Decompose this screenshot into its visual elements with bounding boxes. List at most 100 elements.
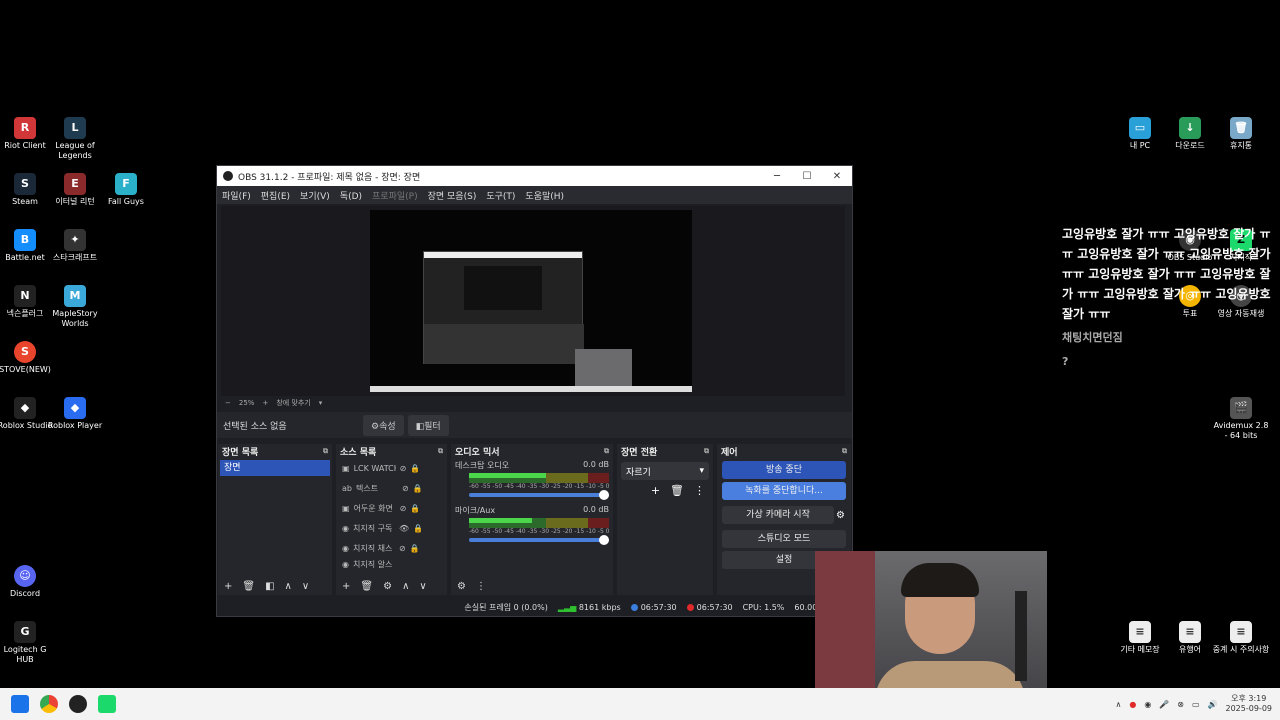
lock-icon[interactable]: 🔒: [410, 504, 420, 513]
trash-icon[interactable]: 🗑: [242, 581, 255, 592]
eye-icon[interactable]: 👁: [399, 524, 409, 533]
menu-docks[interactable]: 독(D): [335, 189, 367, 202]
desktop-icon-league[interactable]: L League of Legends: [45, 117, 105, 161]
clock[interactable]: 오후 3:19 2025-09-09: [1226, 694, 1273, 714]
mic-icon[interactable]: 🎤: [1159, 700, 1169, 709]
desktop-icon-starcraft[interactable]: ✦ 스타크래프트: [45, 229, 105, 263]
source-row[interactable]: ◉ 치지직 알스: [336, 558, 447, 570]
chrome-icon[interactable]: [40, 695, 58, 713]
down-arrow-icon[interactable]: ∨: [419, 581, 426, 592]
microphone-arm: [1015, 591, 1027, 681]
steam-tray-icon[interactable]: ⊗: [1177, 700, 1184, 709]
no-source-label: 선택된 소스 없음: [223, 421, 287, 432]
desktop-icon-stove[interactable]: S STOVE(NEW): [0, 341, 55, 375]
monitor-icon[interactable]: ▭: [1192, 700, 1200, 709]
desktop-icon-maplestory[interactable]: M MapleStory Worlds: [45, 285, 105, 329]
chevron-up-icon[interactable]: ∧: [1115, 700, 1121, 709]
popout-icon[interactable]: ⧉: [842, 447, 847, 456]
channel-db: 0.0 dB: [583, 505, 609, 514]
menu-edit[interactable]: 편집(E): [256, 189, 295, 202]
source-row[interactable]: ▣ 어두운 화면 ⊘ 🔒: [336, 498, 447, 518]
lock-icon[interactable]: 🔒: [413, 484, 423, 493]
filter-icon[interactable]: ◧: [265, 581, 274, 592]
chzzk-icon[interactable]: [98, 695, 116, 713]
popout-icon[interactable]: ⧉: [604, 447, 609, 456]
preview-area[interactable]: [221, 206, 845, 396]
trash-icon[interactable]: 🗑: [670, 484, 684, 497]
preview-canvas[interactable]: [370, 210, 692, 392]
down-arrow-icon[interactable]: ∨: [302, 581, 309, 592]
desktop-icon-fallguys[interactable]: F Fall Guys: [96, 173, 156, 207]
scenes-dock: 장면 목록 ⧉ 장면 + 🗑 ◧ ∧ ∨: [218, 444, 332, 595]
add-icon[interactable]: +: [224, 581, 232, 592]
menu-tools[interactable]: 도구(T): [481, 189, 520, 202]
up-arrow-icon[interactable]: ∧: [402, 581, 409, 592]
eye-slash-icon[interactable]: ⊘: [399, 544, 406, 553]
record-icon[interactable]: ●: [1129, 700, 1136, 709]
advanced-audio-icon[interactable]: ⚙: [457, 581, 466, 592]
desktop-icon-discord[interactable]: ☺ Discord: [0, 565, 55, 599]
desktop-icon-roblox-player[interactable]: ◆ Roblox Player: [45, 397, 105, 431]
zoom-out-button[interactable]: −: [225, 399, 231, 407]
stop-streaming-button[interactable]: 방송 중단: [722, 461, 846, 479]
menu-help[interactable]: 도움말(H): [520, 189, 569, 202]
chevron-down-icon[interactable]: ▾: [319, 399, 323, 407]
popout-icon[interactable]: ⧉: [323, 447, 328, 456]
source-row[interactable]: ▣ LCK WATCH ⊘ 🔒: [336, 458, 447, 478]
desktop-icon-notes[interactable]: ≡ 중계 시 주의사항: [1211, 621, 1271, 655]
maximize-button[interactable]: ☐: [792, 171, 822, 182]
start-icon[interactable]: [11, 695, 29, 713]
popout-icon[interactable]: ⧉: [438, 447, 443, 456]
gear-icon[interactable]: ⚙: [383, 581, 392, 592]
transition-select[interactable]: 자르기 ▾: [621, 462, 709, 480]
recycle-bin-icon: 🗑: [1230, 117, 1252, 139]
minimize-button[interactable]: ─: [762, 171, 792, 182]
trash-icon[interactable]: 🗑: [360, 581, 373, 592]
riot-icon: R: [14, 117, 36, 139]
system-tray: ∧ ● ◉ 🎤 ⊗ ▭ 🔊 오후 3:19 2025-09-09: [1115, 688, 1272, 720]
meter-level: [469, 473, 546, 478]
zoom-in-button[interactable]: +: [262, 399, 268, 407]
desktop-icon-logitech[interactable]: G Logitech G HUB: [0, 621, 55, 665]
menu-scene-collection[interactable]: 장면 모음(S): [423, 189, 482, 202]
up-arrow-icon[interactable]: ∧: [285, 581, 292, 592]
chat-question: ?: [1062, 355, 1069, 368]
channel-db: 0.0 dB: [583, 460, 609, 469]
stop-recording-button[interactable]: 녹화를 중단합니다...: [722, 482, 846, 500]
studio-mode-button[interactable]: 스튜디오 모드: [722, 530, 846, 548]
speaker-icon[interactable]: 🔊: [1208, 700, 1218, 709]
source-row[interactable]: ◉ 치지직 채스 ⊘ 🔒: [336, 538, 447, 558]
eye-slash-icon[interactable]: ⊘: [400, 504, 407, 513]
popout-icon[interactable]: ⧉: [704, 447, 709, 456]
desktop-icon-avidemux[interactable]: 🎬 Avidemux 2.8 - 64 bits: [1211, 397, 1271, 441]
obs-icon[interactable]: [69, 695, 87, 713]
close-button[interactable]: ✕: [822, 171, 852, 182]
lock-icon[interactable]: 🔒: [410, 544, 420, 553]
menu-profile[interactable]: 프로파일(P): [367, 189, 423, 202]
add-icon[interactable]: +: [651, 484, 660, 497]
add-icon[interactable]: +: [342, 581, 350, 592]
source-row[interactable]: ◉ 치지직 구독 👁 🔒: [336, 518, 447, 538]
lock-icon[interactable]: 🔒: [410, 464, 420, 473]
fit-to-window[interactable]: 창에 맞추기: [276, 398, 310, 408]
menu-file[interactable]: 파일(F): [217, 189, 256, 202]
note-icon: ≡: [1129, 621, 1151, 643]
gear-icon[interactable]: ⚙: [836, 510, 845, 521]
properties-button[interactable]: ⚙속성: [363, 414, 404, 436]
lock-icon[interactable]: 🔒: [413, 524, 423, 533]
volume-slider[interactable]: [469, 535, 609, 545]
scene-item[interactable]: 장면: [220, 460, 330, 476]
desktop-icon-recycle-bin[interactable]: 🗑 휴지통: [1211, 117, 1271, 151]
eye-slash-icon[interactable]: ⊘: [402, 484, 409, 493]
eye-slash-icon[interactable]: ⊘: [400, 464, 407, 473]
more-icon[interactable]: ⋮: [694, 484, 705, 497]
more-icon[interactable]: ⋮: [476, 581, 486, 592]
source-row[interactable]: ab 텍스트 ⊘ 🔒: [336, 478, 447, 498]
obs-titlebar[interactable]: OBS 31.1.2 - 프로파일: 제목 없음 - 장면: 장면 ─ ☐ ✕: [217, 166, 852, 186]
menu-view[interactable]: 보기(V): [295, 189, 335, 202]
filters-button[interactable]: ◧필터: [407, 414, 449, 436]
volume-slider[interactable]: [469, 490, 609, 500]
start-virtual-camera-button[interactable]: 가상 카메라 시작: [722, 506, 835, 524]
obs-tray-icon[interactable]: ◉: [1144, 700, 1151, 709]
discord-icon: ☺: [14, 565, 36, 587]
